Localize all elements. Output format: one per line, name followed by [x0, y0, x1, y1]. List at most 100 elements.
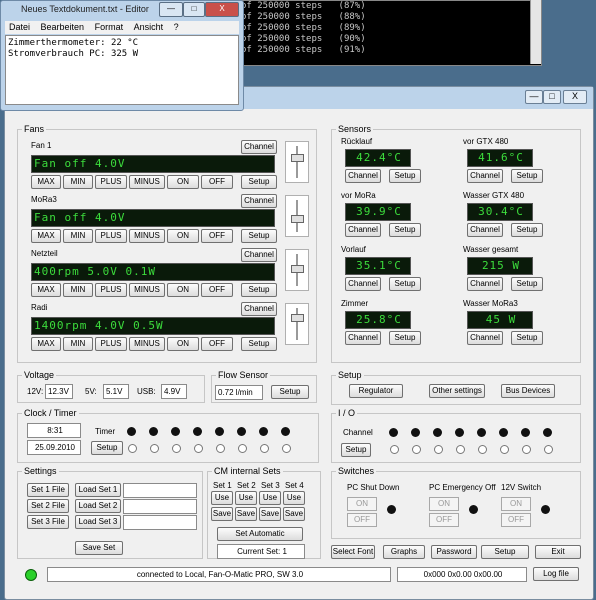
fan-min-button[interactable]: MIN — [63, 175, 93, 189]
notepad-maximize-button[interactable]: □ — [183, 2, 205, 17]
fan-slider[interactable] — [285, 303, 309, 345]
switch-off-button[interactable]: OFF — [501, 513, 531, 527]
minimize-button[interactable]: — — [525, 90, 543, 104]
sensor-channel-button[interactable]: Channel — [467, 277, 503, 291]
fan-minus-button[interactable]: MINUS — [129, 229, 165, 243]
fan-setup-button[interactable]: Setup — [241, 283, 277, 297]
switch-on-button[interactable]: ON — [501, 497, 531, 511]
regulator-button[interactable]: Regulator — [349, 384, 403, 398]
load-set-button[interactable]: Load Set 2 — [75, 499, 121, 513]
fan-plus-button[interactable]: PLUS — [95, 337, 127, 351]
fan-slider[interactable] — [285, 195, 309, 237]
sensor-setup-button[interactable]: Setup — [389, 277, 421, 291]
fan-max-button[interactable]: MAX — [31, 175, 61, 189]
sensor-channel-button[interactable]: Channel — [345, 169, 381, 183]
set-file-path[interactable] — [123, 483, 197, 498]
password-button[interactable]: Password — [431, 545, 477, 559]
load-set-button[interactable]: Load Set 3 — [75, 515, 121, 529]
sensor-setup-button[interactable]: Setup — [389, 223, 421, 237]
set-automatic-button[interactable]: Set Automatic — [217, 527, 303, 541]
menu-bearbeiten[interactable]: Bearbeiten — [41, 22, 85, 32]
select-font-button[interactable]: Select Font — [331, 545, 375, 559]
fan-channel-button[interactable]: Channel — [241, 248, 277, 262]
fan-setup-button[interactable]: Setup — [241, 229, 277, 243]
fan-off-button[interactable]: OFF — [201, 175, 233, 189]
sensor-setup-button[interactable]: Setup — [511, 331, 543, 345]
fan-on-button[interactable]: ON — [167, 283, 199, 297]
sensor-channel-button[interactable]: Channel — [467, 169, 503, 183]
io-setup-button[interactable]: Setup — [341, 443, 371, 457]
sensor-channel-button[interactable]: Channel — [345, 277, 381, 291]
other-settings-button[interactable]: Other settings — [429, 384, 485, 398]
load-set-button[interactable]: Load Set 1 — [75, 483, 121, 497]
sensor-setup-button[interactable]: Setup — [511, 277, 543, 291]
fan-minus-button[interactable]: MINUS — [129, 175, 165, 189]
bottom-setup-button[interactable]: Setup — [481, 545, 529, 559]
flow-setup-button[interactable]: Setup — [271, 385, 309, 399]
fan-off-button[interactable]: OFF — [201, 337, 233, 351]
fan-slider-thumb[interactable] — [291, 265, 304, 274]
fan-slider[interactable] — [285, 249, 309, 291]
sensor-channel-button[interactable]: Channel — [467, 223, 503, 237]
close-button[interactable]: X — [563, 90, 587, 104]
maximize-button[interactable]: □ — [543, 90, 561, 104]
exit-button[interactable]: Exit — [535, 545, 581, 559]
fan-max-button[interactable]: MAX — [31, 283, 61, 297]
internal-save-button[interactable]: Save — [211, 507, 233, 521]
switch-off-button[interactable]: OFF — [347, 513, 377, 527]
bus-devices-button[interactable]: Bus Devices — [501, 384, 555, 398]
sensor-channel-button[interactable]: Channel — [345, 223, 381, 237]
internal-save-button[interactable]: Save — [235, 507, 257, 521]
set-file-button[interactable]: Set 3 File — [27, 515, 69, 529]
internal-use-button[interactable]: Use — [283, 491, 305, 505]
fan-on-button[interactable]: ON — [167, 175, 199, 189]
internal-use-button[interactable]: Use — [259, 491, 281, 505]
save-set-button[interactable]: Save Set — [75, 541, 123, 555]
fan-setup-button[interactable]: Setup — [241, 337, 277, 351]
sensor-channel-button[interactable]: Channel — [345, 331, 381, 345]
set-file-button[interactable]: Set 1 File — [27, 483, 69, 497]
fan-channel-button[interactable]: Channel — [241, 194, 277, 208]
set-file-path[interactable] — [123, 499, 197, 514]
fan-minus-button[interactable]: MINUS — [129, 337, 165, 351]
fan-minus-button[interactable]: MINUS — [129, 283, 165, 297]
fan-on-button[interactable]: ON — [167, 337, 199, 351]
switch-on-button[interactable]: ON — [347, 497, 377, 511]
sensor-setup-button[interactable]: Setup — [389, 169, 421, 183]
internal-use-button[interactable]: Use — [211, 491, 233, 505]
fan-off-button[interactable]: OFF — [201, 229, 233, 243]
set-file-path[interactable] — [123, 515, 197, 530]
log-file-button[interactable]: Log file — [533, 567, 579, 581]
fan-channel-button[interactable]: Channel — [241, 302, 277, 316]
fan-plus-button[interactable]: PLUS — [95, 283, 127, 297]
fan-slider[interactable] — [285, 141, 309, 183]
sensor-channel-button[interactable]: Channel — [467, 331, 503, 345]
sensor-setup-button[interactable]: Setup — [389, 331, 421, 345]
fan-slider-thumb[interactable] — [291, 313, 304, 322]
fan-on-button[interactable]: ON — [167, 229, 199, 243]
fan-slider-thumb[interactable] — [291, 154, 304, 163]
menu-datei[interactable]: Datei — [9, 22, 30, 32]
fan-plus-button[interactable]: PLUS — [95, 175, 127, 189]
fan-setup-button[interactable]: Setup — [241, 175, 277, 189]
internal-save-button[interactable]: Save — [259, 507, 281, 521]
fan-min-button[interactable]: MIN — [63, 337, 93, 351]
switch-on-button[interactable]: ON — [429, 497, 459, 511]
notepad-minimize-button[interactable]: — — [159, 2, 183, 17]
switch-off-button[interactable]: OFF — [429, 513, 459, 527]
menu-format[interactable]: Format — [95, 22, 124, 32]
sensor-setup-button[interactable]: Setup — [511, 169, 543, 183]
notepad-text-area[interactable]: Zimmerthermometer: 22 °C Stromverbrauch … — [5, 35, 239, 105]
internal-save-button[interactable]: Save — [283, 507, 305, 521]
fan-max-button[interactable]: MAX — [31, 337, 61, 351]
sensor-setup-button[interactable]: Setup — [511, 223, 543, 237]
menu-ansicht[interactable]: Ansicht — [134, 22, 164, 32]
set-file-button[interactable]: Set 2 File — [27, 499, 69, 513]
console-scrollbar[interactable] — [530, 0, 541, 64]
graphs-button[interactable]: Graphs — [383, 545, 425, 559]
fan-max-button[interactable]: MAX — [31, 229, 61, 243]
fan-min-button[interactable]: MIN — [63, 283, 93, 297]
internal-use-button[interactable]: Use — [235, 491, 257, 505]
clock-setup-button[interactable]: Setup — [91, 441, 123, 455]
fan-slider-thumb[interactable] — [291, 215, 304, 224]
